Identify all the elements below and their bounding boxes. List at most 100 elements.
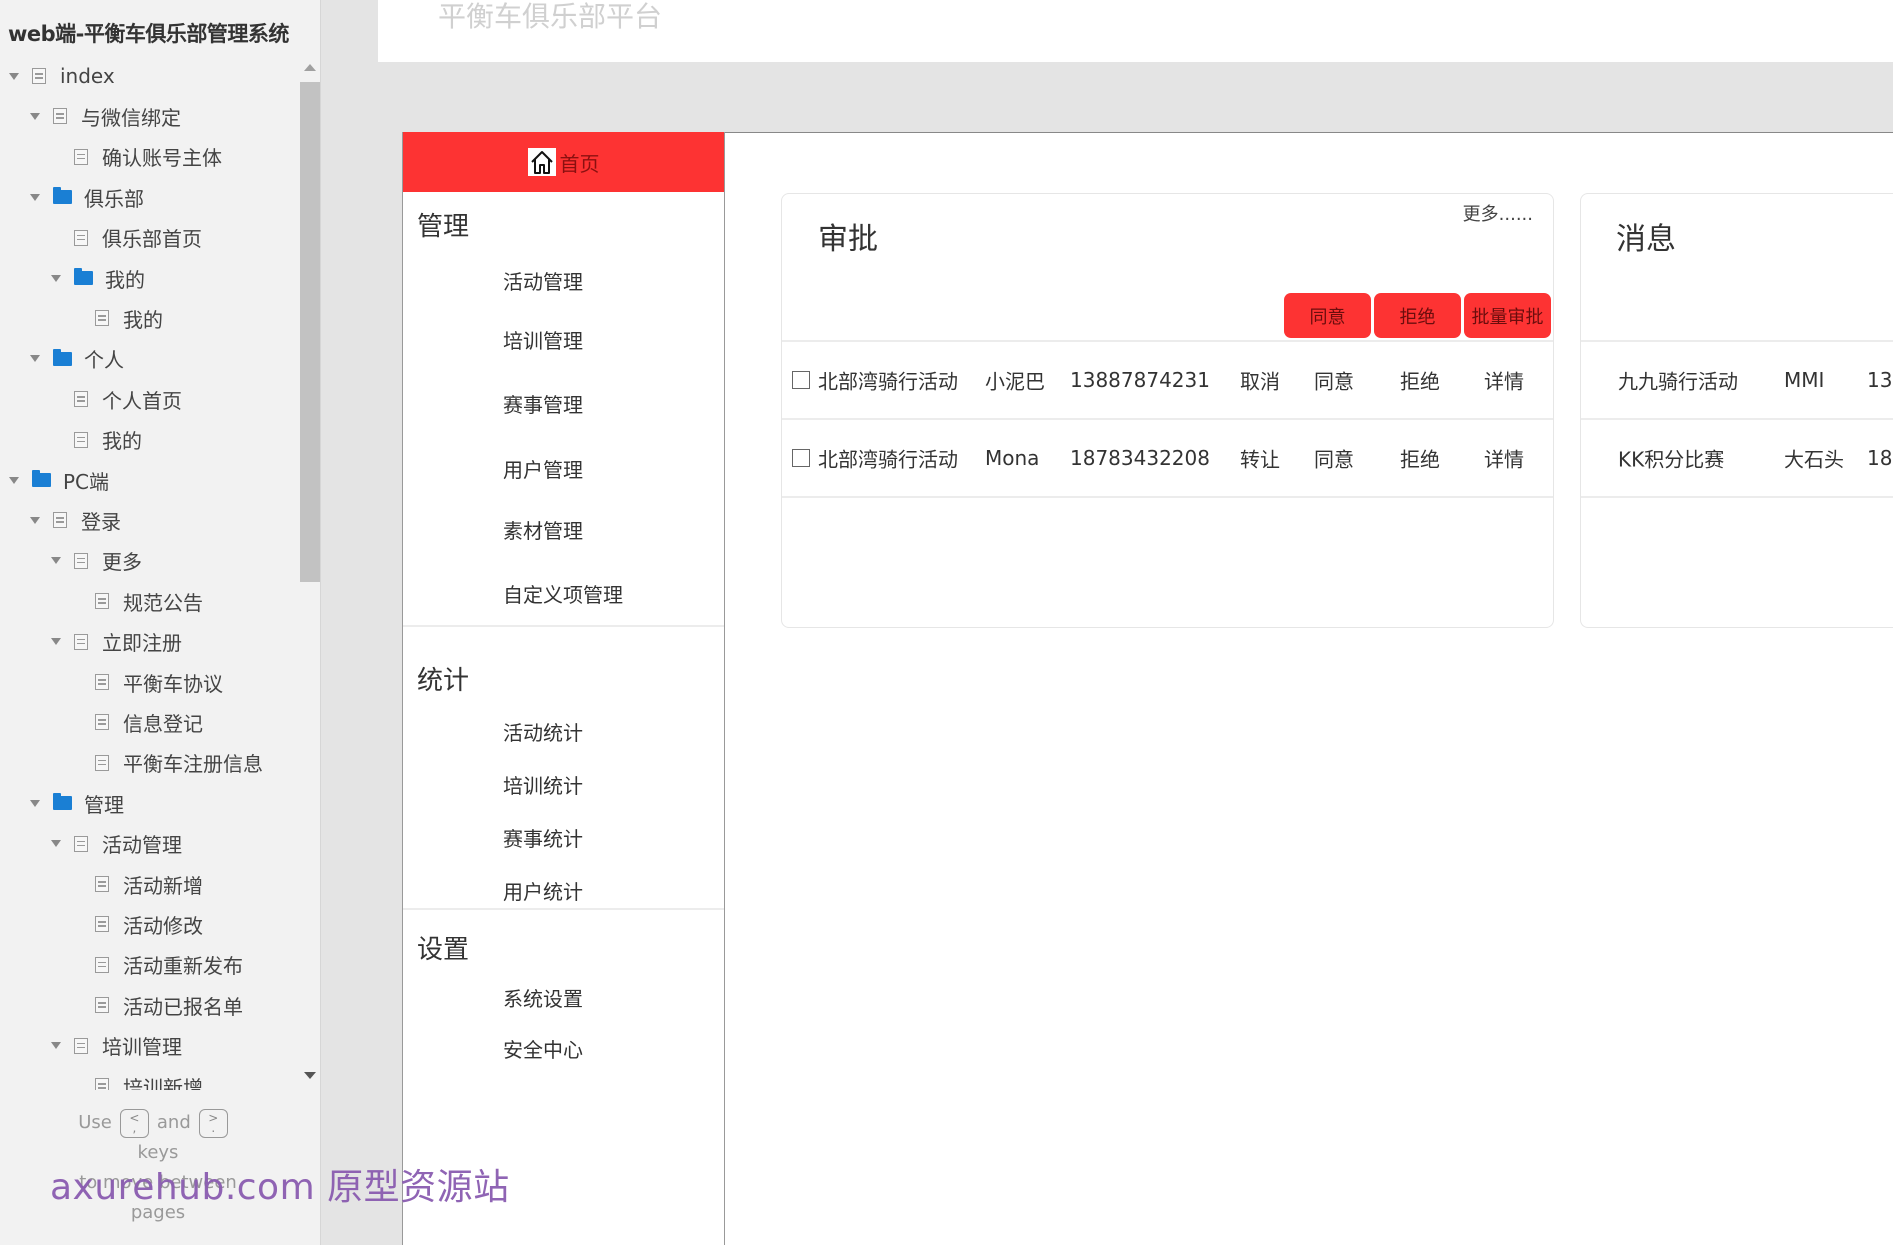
- expand-caret-icon[interactable]: [8, 474, 20, 486]
- expand-caret-icon[interactable]: [29, 514, 41, 526]
- caret-placeholder: [71, 918, 83, 930]
- tree-item-label: 个人首页: [102, 388, 182, 413]
- nav-item-user-stats[interactable]: 用户统计: [503, 876, 583, 905]
- row-approve-link[interactable]: 同意: [1314, 366, 1354, 395]
- tree-item[interactable]: 培训管理: [50, 1026, 182, 1066]
- page-icon: [95, 956, 109, 973]
- scroll-up-arrow-icon[interactable]: [304, 64, 316, 71]
- tree-item[interactable]: 我的: [50, 258, 145, 298]
- tree-item-label: index: [60, 64, 115, 88]
- approval-card: 审批 更多...... 同意 拒绝 批量审批 北部湾骑行活动 小泥巴 13887…: [781, 193, 1554, 628]
- tree-item[interactable]: 活动修改: [71, 904, 203, 944]
- row-checkbox[interactable]: [792, 371, 810, 389]
- tree-item[interactable]: 登录: [29, 500, 121, 540]
- tree-item[interactable]: 立即注册: [50, 622, 182, 662]
- nav-item-activity-stats[interactable]: 活动统计: [503, 717, 583, 746]
- tree-item[interactable]: 确认账号主体: [50, 137, 222, 177]
- nav-item-security-center[interactable]: 安全中心: [503, 1034, 583, 1063]
- expand-caret-icon[interactable]: [50, 636, 62, 648]
- tree-item[interactable]: 与微信绑定: [29, 96, 181, 136]
- expand-caret-icon[interactable]: [8, 70, 20, 82]
- home-icon: [527, 148, 556, 176]
- period-key-icon: > .: [198, 1108, 228, 1138]
- reject-button[interactable]: 拒绝: [1374, 293, 1461, 338]
- tree-item[interactable]: PC端: [8, 460, 109, 500]
- expand-caret-icon[interactable]: [50, 272, 62, 284]
- main-nav: 首页 管理 活动管理 培训管理 赛事管理 用户管理 素材管理 自定义项管理 统计…: [402, 132, 725, 1245]
- nav-group-stats-title: 统计: [417, 666, 470, 696]
- folder-icon: [32, 470, 51, 487]
- expand-caret-icon[interactable]: [50, 1040, 62, 1052]
- activity-name: 北部湾骑行活动: [818, 369, 958, 394]
- messages-title: 消息: [1616, 222, 1676, 257]
- tree-item-label: 培训新增: [123, 1075, 203, 1091]
- nav-home-button[interactable]: 首页: [403, 132, 724, 192]
- tree-item[interactable]: 我的: [71, 298, 163, 338]
- tree-item[interactable]: 个人首页: [50, 379, 182, 419]
- tree-item-label: 活动重新发布: [123, 954, 243, 979]
- expand-caret-icon[interactable]: [50, 555, 62, 567]
- expand-caret-icon[interactable]: [29, 110, 41, 122]
- expand-caret-icon[interactable]: [29, 797, 41, 809]
- tree-item[interactable]: 培训新增: [71, 1066, 203, 1090]
- approval-more-link[interactable]: 更多......: [1463, 200, 1533, 226]
- nav-item-custom-manage[interactable]: 自定义项管理: [503, 579, 623, 608]
- caret-placeholder: [71, 1080, 83, 1090]
- tree-item[interactable]: 个人: [29, 339, 124, 379]
- tree-item[interactable]: 活动重新发布: [71, 945, 243, 985]
- page-icon: [53, 108, 67, 125]
- message-row[interactable]: KK积分比赛 大石头 18: [1581, 420, 1893, 498]
- sidebar-scrollbar[interactable]: [300, 62, 320, 1092]
- scroll-down-arrow-icon[interactable]: [304, 1072, 316, 1079]
- approval-title: 审批: [818, 222, 878, 257]
- tree-item[interactable]: 我的: [50, 420, 142, 460]
- tree-item[interactable]: 活动管理: [50, 824, 182, 864]
- row-approve-link[interactable]: 同意: [1314, 444, 1354, 473]
- nav-divider: [403, 908, 724, 910]
- expand-caret-icon[interactable]: [50, 838, 62, 850]
- tree-item[interactable]: 平衡车协议: [71, 662, 223, 702]
- approval-row: 北部湾骑行活动 小泥巴 13887874231 取消 同意 拒绝 详情: [782, 342, 1553, 420]
- caret-placeholder: [50, 393, 62, 405]
- row-reject-link[interactable]: 拒绝: [1400, 366, 1440, 395]
- nav-item-system-settings[interactable]: 系统设置: [503, 983, 583, 1012]
- batch-approve-button[interactable]: 批量审批: [1464, 293, 1551, 338]
- nav-item-user-manage[interactable]: 用户管理: [503, 454, 583, 483]
- approve-button[interactable]: 同意: [1284, 293, 1371, 338]
- nav-item-material-manage[interactable]: 素材管理: [503, 515, 583, 544]
- scrollbar-thumb[interactable]: [300, 82, 320, 582]
- page-icon: [53, 512, 67, 529]
- approval-actions: 同意 拒绝 批量审批: [1284, 293, 1551, 338]
- nav-item-training-manage[interactable]: 培训管理: [503, 325, 583, 354]
- tree-item-label: 平衡车注册信息: [123, 752, 263, 777]
- tree-item[interactable]: 管理: [29, 783, 124, 823]
- caret-placeholder: [71, 878, 83, 890]
- tree-item-label: 更多: [102, 550, 142, 575]
- tree-item[interactable]: 平衡车注册信息: [71, 743, 263, 783]
- nav-item-training-stats[interactable]: 培训统计: [503, 770, 583, 799]
- tree-item[interactable]: 活动已报名单: [71, 985, 243, 1025]
- tree-item[interactable]: 信息登记: [71, 702, 203, 742]
- tree-item[interactable]: 规范公告: [71, 581, 203, 621]
- expand-caret-icon[interactable]: [29, 353, 41, 365]
- expand-caret-icon[interactable]: [29, 191, 41, 203]
- tree-item[interactable]: 俱乐部: [29, 177, 144, 217]
- user-name: 小泥巴: [985, 369, 1045, 394]
- tree-item-label: 活动新增: [123, 873, 203, 898]
- page-tree: index 与微信绑定 确认账号主体 俱乐部 俱乐部首页 我的 我的 个人 个人首页 我的 PC端登…: [0, 56, 300, 1090]
- nav-item-activity-manage[interactable]: 活动管理: [503, 266, 583, 295]
- message-row[interactable]: 九九骑行活动 MMI 13: [1581, 342, 1893, 420]
- tree-item-label: PC端: [63, 469, 110, 494]
- tree-item[interactable]: index: [8, 56, 115, 96]
- phone-number: 13887874231: [1070, 368, 1210, 392]
- nav-item-event-stats[interactable]: 赛事统计: [503, 823, 583, 852]
- row-detail-link[interactable]: 详情: [1484, 366, 1524, 395]
- row-detail-link[interactable]: 详情: [1484, 444, 1524, 473]
- tree-item[interactable]: 更多: [50, 541, 142, 581]
- tree-item[interactable]: 俱乐部首页: [50, 218, 202, 258]
- key-glyph: .: [211, 1121, 216, 1135]
- tree-item[interactable]: 活动新增: [71, 864, 203, 904]
- nav-item-event-manage[interactable]: 赛事管理: [503, 389, 583, 418]
- row-checkbox[interactable]: [792, 449, 810, 467]
- row-reject-link[interactable]: 拒绝: [1400, 444, 1440, 473]
